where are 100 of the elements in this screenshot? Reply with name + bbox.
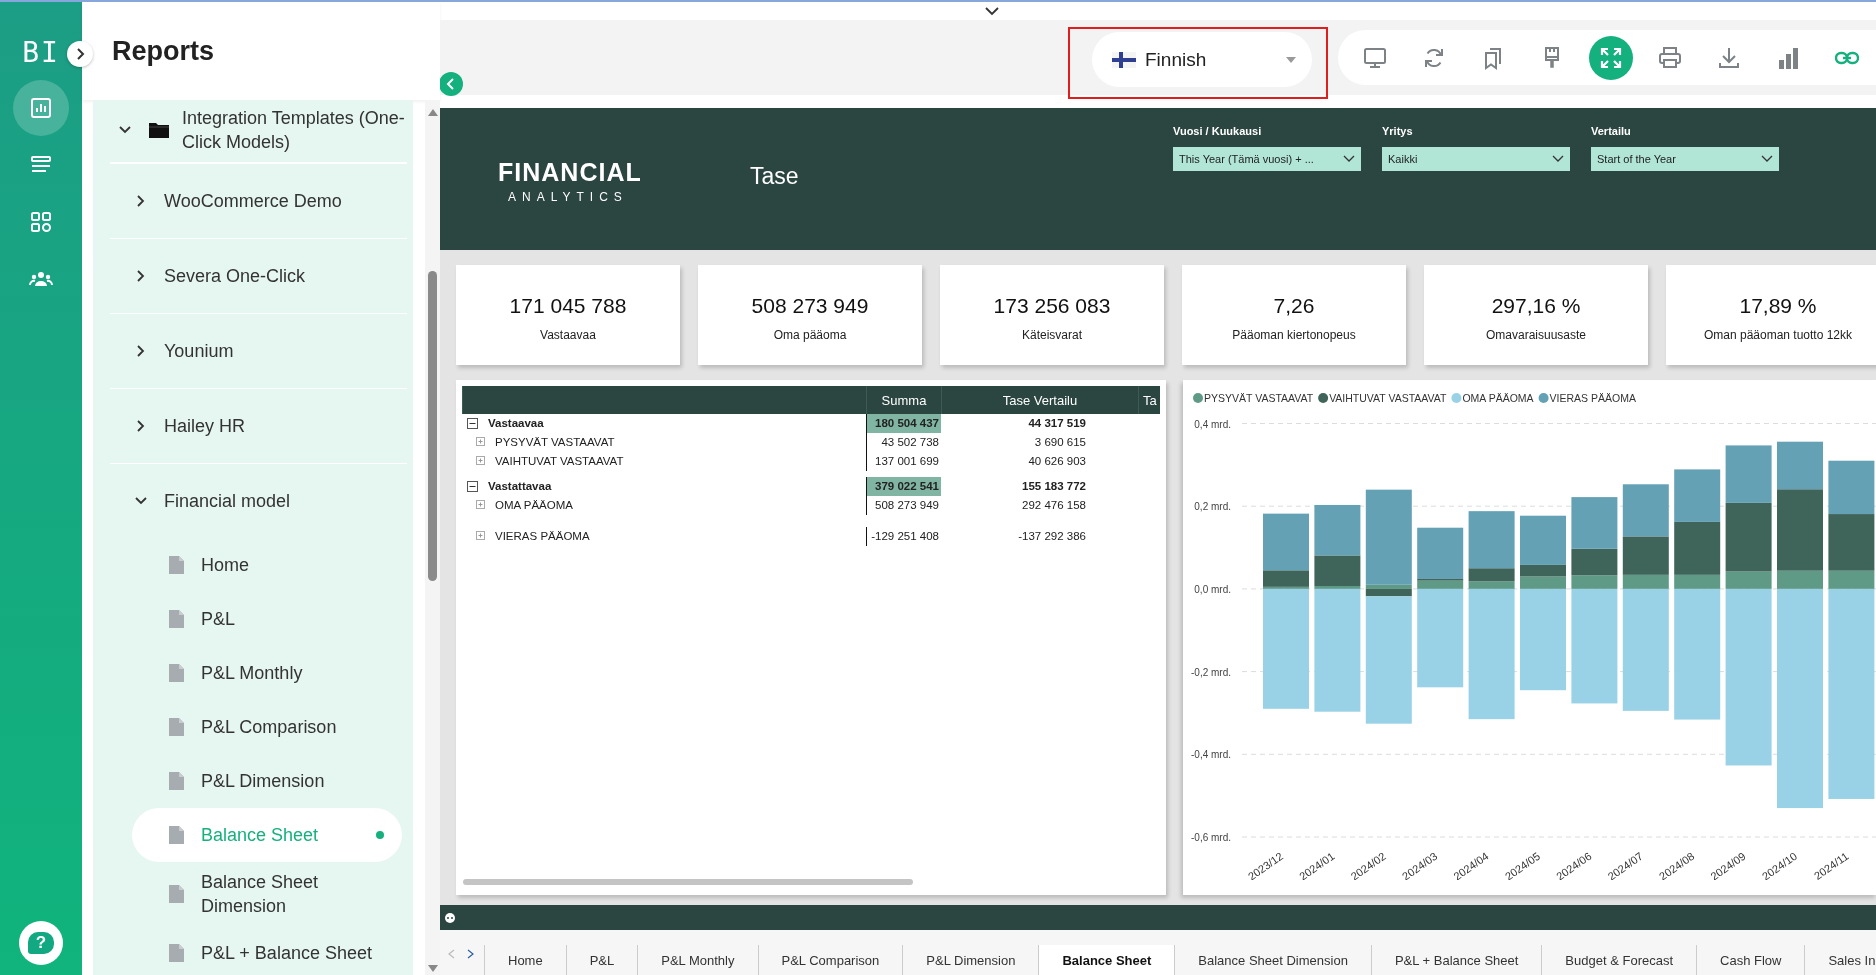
fullscreen-icon bbox=[1599, 45, 1623, 70]
filter-dropdown[interactable]: Start of the Year bbox=[1591, 147, 1779, 171]
printer-icon bbox=[1658, 45, 1682, 70]
page-tab[interactable]: Home bbox=[484, 945, 566, 975]
page-tab[interactable]: P&L Comparison bbox=[757, 945, 903, 975]
previous-icon bbox=[448, 949, 455, 959]
chevron-down-icon bbox=[1343, 155, 1355, 163]
scroll-up-icon bbox=[427, 108, 438, 116]
logo-subtext: ANALYTICS bbox=[508, 190, 628, 204]
row-label: PYSYVÄT VASTAAVAT bbox=[495, 435, 615, 450]
page-tab[interactable]: P&L + Balance Sheet bbox=[1370, 945, 1542, 975]
table-cell: 180 504 437 bbox=[866, 414, 941, 433]
axis-label: -0,4 mrd. bbox=[1191, 749, 1231, 761]
report-item[interactable]: P&L bbox=[132, 592, 402, 646]
table-cell-text: -137 292 386 bbox=[1017, 529, 1087, 544]
kpi-value: 17,89 % bbox=[1739, 294, 1817, 318]
chart-icon bbox=[29, 96, 53, 120]
filter-label: Vuosi / Kuukausi bbox=[1173, 125, 1263, 139]
toolbar-button[interactable] bbox=[1589, 35, 1633, 80]
page-tab[interactable]: Sales In bbox=[1804, 945, 1876, 975]
tree-item[interactable]: Hailey HR bbox=[110, 388, 407, 463]
tree-item[interactable]: Integration Templates (One-Click Models) bbox=[110, 100, 407, 163]
language-dropdown[interactable]: Finnish bbox=[1092, 32, 1312, 87]
scrollbar[interactable] bbox=[463, 879, 913, 885]
collapse-icon[interactable] bbox=[467, 481, 478, 492]
table-cell: 43 502 738 bbox=[866, 433, 941, 452]
active-dot bbox=[376, 831, 384, 839]
legend-label: PYSYVÄT VASTAAVAT bbox=[1204, 392, 1314, 404]
column-header: Ta bbox=[1138, 386, 1160, 414]
scrollbar-thumb[interactable] bbox=[428, 271, 437, 581]
expand-icon[interactable] bbox=[476, 531, 485, 540]
kpi-value: 297,16 % bbox=[1491, 294, 1581, 318]
tree-item[interactable]: Younium bbox=[110, 313, 407, 388]
row-label: Vastaavaa bbox=[488, 416, 544, 431]
bar bbox=[1725, 445, 1772, 503]
document-icon bbox=[168, 943, 185, 963]
app-logo: BI bbox=[22, 36, 60, 70]
axis-label: 0,0 mrd. bbox=[1194, 583, 1231, 595]
page-tab[interactable]: Budget & Forecast bbox=[1541, 945, 1697, 975]
chevron-down-icon bbox=[985, 6, 999, 16]
column-header: Tase Vertailu bbox=[941, 386, 1138, 414]
report-item[interactable]: P&L + Balance Sheet bbox=[132, 926, 402, 975]
options-icon bbox=[445, 912, 455, 923]
chevron-down-icon bbox=[1552, 155, 1564, 163]
table-cell: 379 022 541 bbox=[866, 477, 941, 496]
axis-label: -0,6 mrd. bbox=[1191, 832, 1231, 843]
report-title: Tase bbox=[750, 163, 799, 189]
page-tab[interactable]: Balance Sheet bbox=[1038, 945, 1175, 975]
filter-dropdown[interactable]: Kaikki bbox=[1382, 147, 1570, 171]
bar bbox=[1828, 460, 1875, 515]
filter-label: Vertailu bbox=[1591, 125, 1632, 139]
expand-icon[interactable] bbox=[476, 437, 485, 446]
download-icon bbox=[1717, 45, 1741, 70]
caret-down-icon bbox=[1286, 56, 1296, 63]
sidebar-title: Reports bbox=[112, 35, 214, 67]
report-item[interactable]: Home bbox=[132, 538, 402, 592]
axis-label: 0,4 mrd. bbox=[1194, 418, 1231, 430]
bar bbox=[1674, 469, 1721, 522]
nav-button[interactable] bbox=[13, 80, 69, 136]
collapse-icon[interactable] bbox=[467, 418, 478, 429]
chevron-right-icon bbox=[75, 48, 85, 60]
table-cell-text: 292 476 158 bbox=[1021, 498, 1087, 513]
page-tab[interactable]: Balance Sheet Dimension bbox=[1174, 945, 1371, 975]
row-label: OMA PÄÄOMA bbox=[495, 498, 573, 513]
filter-dropdown[interactable]: This Year (Tämä vuosi) + ... bbox=[1173, 147, 1361, 171]
report-item[interactable]: P&L Dimension bbox=[132, 754, 402, 808]
folder-icon bbox=[148, 121, 170, 139]
document-icon bbox=[168, 825, 185, 845]
table-cell-text: 155 183 772 bbox=[1021, 479, 1087, 494]
kpi-label: Oma pääoma bbox=[773, 328, 847, 342]
tree-item[interactable]: Severa One-Click bbox=[110, 238, 407, 313]
bar bbox=[1622, 484, 1669, 537]
expand-icon[interactable] bbox=[476, 500, 485, 509]
report-item[interactable]: Balance Sheet Dimension bbox=[132, 862, 402, 926]
bar-chart-icon bbox=[1776, 45, 1800, 70]
table-cell: 508 273 949 bbox=[866, 496, 941, 515]
document-icon bbox=[168, 609, 185, 629]
document-icon bbox=[168, 771, 185, 791]
page-tab[interactable]: Cash Flow bbox=[1696, 945, 1805, 975]
report-item[interactable]: P&L Comparison bbox=[132, 700, 402, 754]
axis-label: 0,2 mrd. bbox=[1194, 501, 1231, 513]
chevron-left-icon bbox=[446, 78, 456, 90]
kpi-label: Omavaraisuusaste bbox=[1485, 328, 1586, 342]
page-tab[interactable]: P&L Monthly bbox=[637, 945, 758, 975]
document-icon bbox=[168, 663, 185, 683]
row-label: Vastattavaa bbox=[488, 479, 552, 494]
tree-item[interactable]: Financial model bbox=[110, 463, 407, 538]
kpi-label: Vastaavaa bbox=[540, 328, 596, 342]
flag-icon bbox=[1112, 51, 1136, 68]
scroll-down-icon bbox=[427, 965, 438, 973]
document-icon bbox=[168, 555, 185, 575]
kpi-label: Oman pääoman tuotto 12kk bbox=[1703, 328, 1853, 342]
tree-item[interactable]: WooCommerce Demo bbox=[110, 163, 407, 238]
grid-icon bbox=[29, 210, 53, 234]
page-tab[interactable]: P&L bbox=[565, 945, 638, 975]
table-cell: -129 251 408 bbox=[866, 527, 941, 546]
table-cell-text: 44 317 519 bbox=[1027, 416, 1087, 431]
monitor-icon bbox=[1363, 45, 1387, 70]
report-item[interactable]: P&L Monthly bbox=[132, 646, 402, 700]
expand-icon[interactable] bbox=[476, 456, 485, 465]
